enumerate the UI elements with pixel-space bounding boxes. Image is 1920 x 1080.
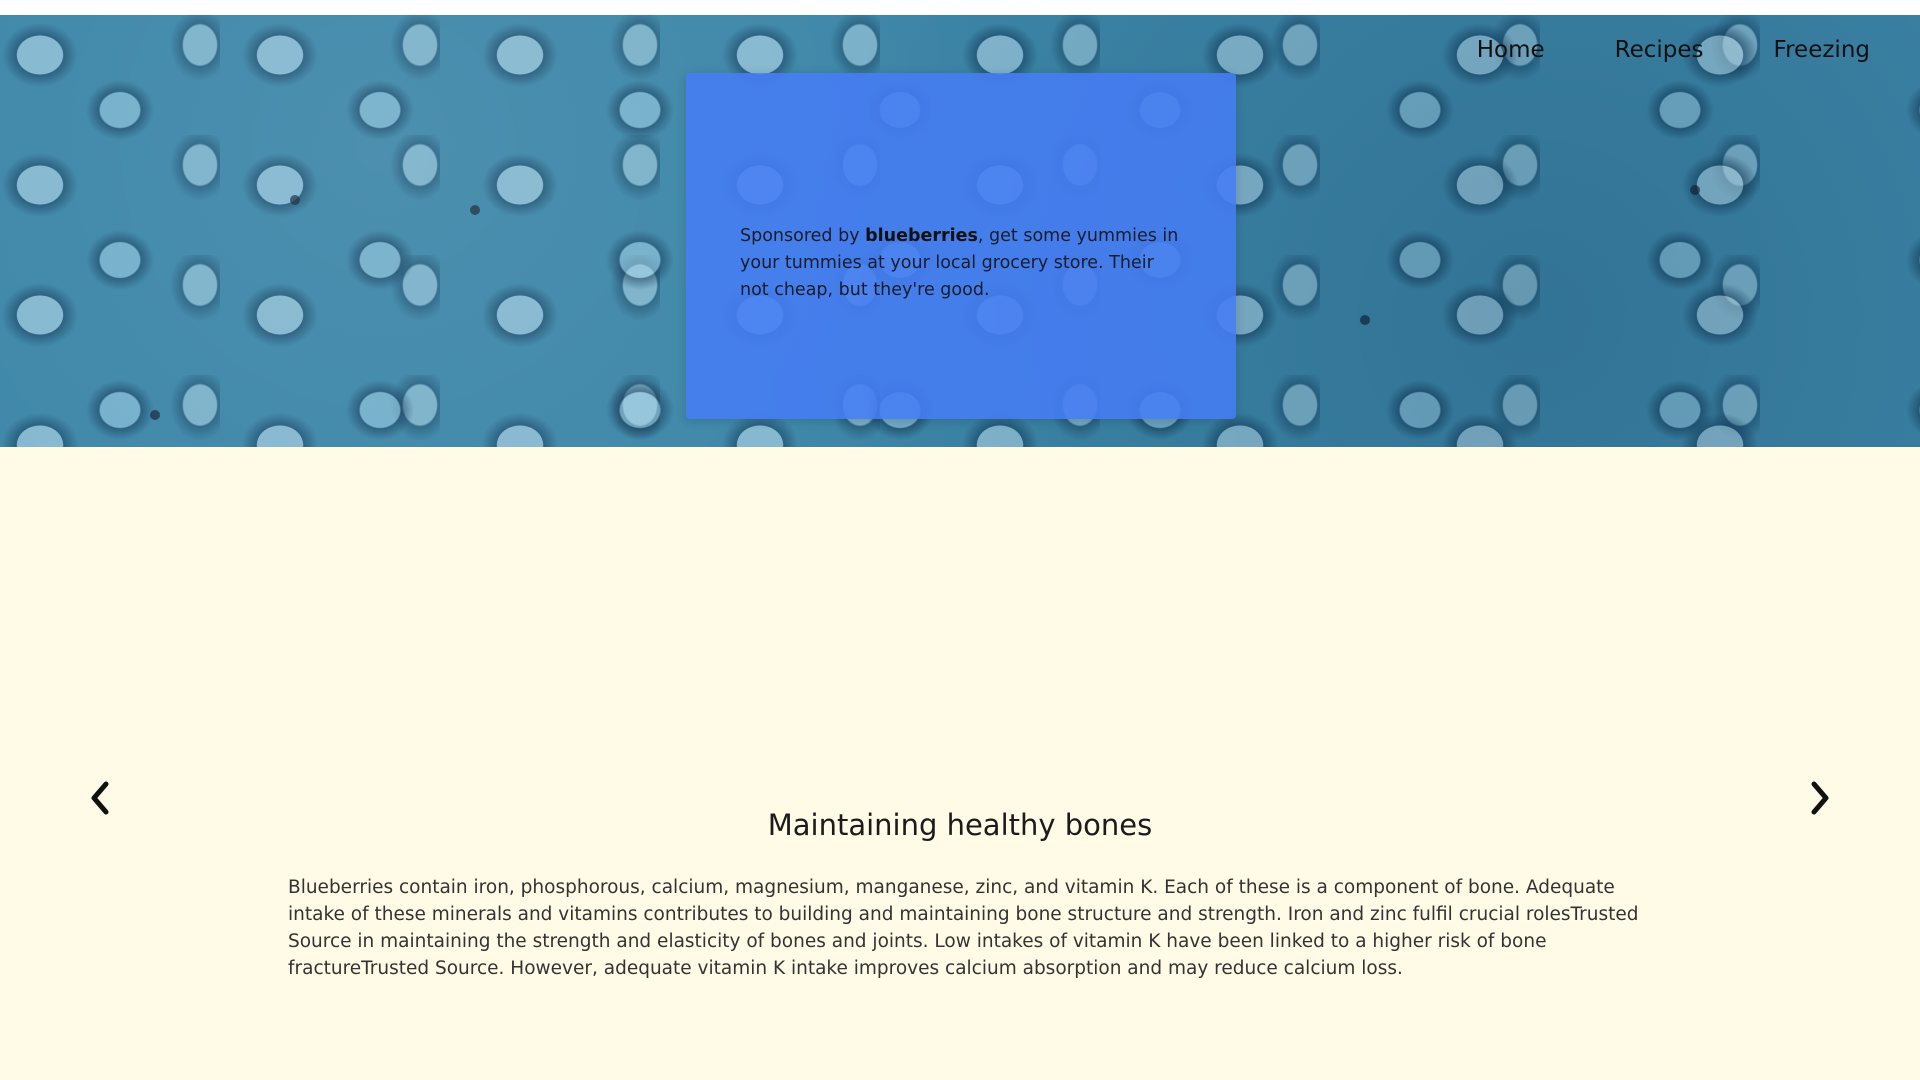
sponsor-card: Sponsored by blueberries, get some yummi… xyxy=(686,73,1236,419)
sponsor-brand: blueberries xyxy=(865,225,978,246)
berry-crown xyxy=(150,410,160,420)
hero-banner: Sponsored by blueberries, get some yummi… xyxy=(0,15,1920,447)
nav-freezing[interactable]: Freezing xyxy=(1774,37,1870,63)
nav-recipes[interactable]: Recipes xyxy=(1615,37,1704,63)
chevron-right-icon xyxy=(1811,781,1829,815)
sponsor-text: Sponsored by blueberries, get some yummi… xyxy=(740,223,1180,304)
slide-body: Blueberries contain iron, phosphorous, c… xyxy=(288,876,1639,979)
next-slide-button[interactable] xyxy=(1800,778,1840,818)
berry-crown xyxy=(1690,185,1700,195)
berry-crown xyxy=(290,195,300,205)
main-nav: Home Recipes Freezing xyxy=(1477,37,1870,63)
berry-crown xyxy=(470,205,480,215)
sponsor-prefix: Sponsored by xyxy=(740,225,866,246)
top-strip xyxy=(0,0,1920,15)
nav-home[interactable]: Home xyxy=(1477,37,1545,63)
berry-crown xyxy=(1360,315,1370,325)
slide-title: Maintaining healthy bones xyxy=(767,808,1153,843)
